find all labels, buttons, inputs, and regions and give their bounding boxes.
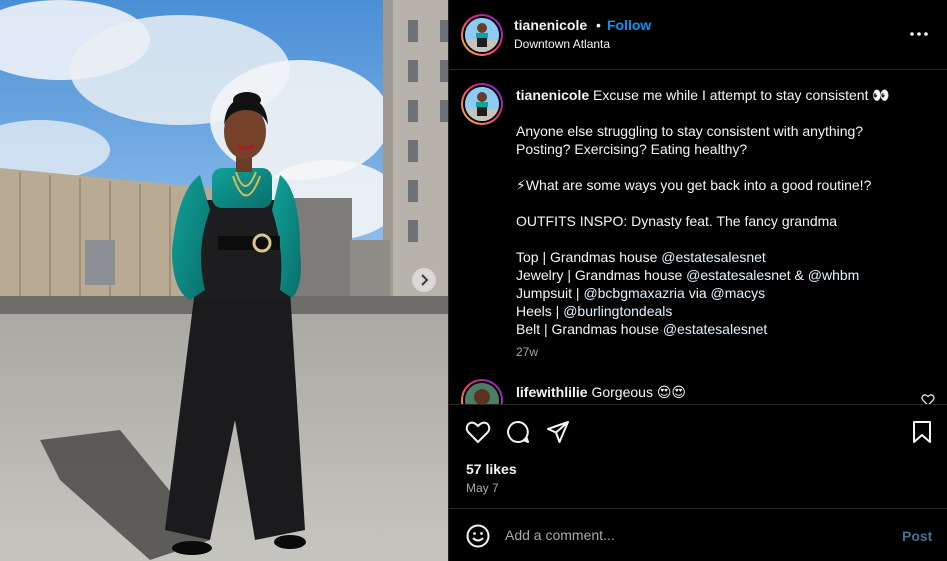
post-image (0, 0, 448, 561)
caption-line: Posting? Exercising? Eating healthy? (516, 141, 748, 157)
caption-line: Excuse me while I attempt to stay consis… (593, 87, 890, 103)
post-date[interactable]: May 7 (466, 481, 499, 495)
mention-link[interactable]: @whbm (808, 267, 860, 283)
caption-text: Heels | (516, 303, 564, 319)
bookmark-icon[interactable] (909, 419, 935, 445)
comment-username[interactable]: lifewithlilie (516, 384, 588, 400)
avatar[interactable] (461, 14, 503, 56)
comment-text: Gorgeous 😍😍 (591, 384, 687, 400)
caption-username[interactable]: tianenicole (516, 87, 589, 103)
caption-text: via (684, 285, 711, 301)
profile-picture (465, 18, 499, 52)
emoji-icon[interactable] (465, 523, 491, 549)
chevron-right-icon (421, 274, 429, 286)
mention-link[interactable]: @burlingtondeals (563, 303, 672, 319)
comments-section[interactable]: tianenicole Excuse me while I attempt to… (449, 71, 947, 404)
caption-text: & (790, 267, 808, 283)
likes-count[interactable]: 57 likes (466, 461, 517, 477)
add-comment-bar: Post (449, 508, 947, 561)
like-comment-heart-icon[interactable] (921, 393, 935, 404)
post-header: tianenicole • Follow Downtown Atlanta (449, 0, 947, 70)
mention-link[interactable]: @estatesalesnet (661, 249, 766, 265)
avatar[interactable] (461, 379, 503, 404)
more-horizontal-icon[interactable] (907, 24, 931, 44)
caption-text: Top | Grandmas house (516, 249, 662, 265)
caption-line: ⚡What are some ways you get back into a … (516, 177, 872, 193)
post-details-panel: tianenicole • Follow Downtown Atlanta ti… (448, 0, 947, 561)
caption-line: Anyone else struggling to stay consisten… (516, 123, 864, 139)
caption-text: Belt | Grandmas house (516, 321, 663, 337)
post-comment-button[interactable]: Post (902, 528, 932, 544)
caption-timestamp[interactable]: 27w (516, 345, 538, 359)
post-photo[interactable] (0, 0, 448, 561)
post-location[interactable]: Downtown Atlanta (514, 37, 610, 51)
mention-link[interactable]: @estatesalesnet (686, 267, 791, 283)
caption-line: OUTFITS INSPO: Dynasty feat. The fancy g… (516, 213, 838, 229)
caption-text: Jumpsuit | (516, 285, 584, 301)
separator-dot: • (596, 17, 601, 33)
mention-link[interactable]: @bcbgmaxazria (583, 285, 684, 301)
comment-icon[interactable] (505, 419, 531, 445)
share-icon[interactable] (545, 419, 571, 445)
next-photo-button[interactable] (412, 268, 436, 292)
heart-icon[interactable] (465, 419, 491, 445)
avatar[interactable] (461, 83, 503, 125)
mention-link[interactable]: @macys (711, 285, 766, 301)
mention-link[interactable]: @estatesalesnet (663, 321, 768, 337)
follow-button[interactable]: Follow (607, 17, 651, 33)
caption-text: Jewelry | Grandmas house (516, 267, 687, 283)
post-author-username[interactable]: tianenicole (514, 17, 587, 33)
comment-input[interactable] (505, 523, 885, 547)
profile-picture (465, 87, 499, 121)
comment: lifewithlilie Gorgeous 😍😍 (516, 384, 686, 401)
post-caption: tianenicole Excuse me while I attempt to… (516, 86, 926, 338)
post-actions: 57 likes May 7 (449, 404, 947, 508)
